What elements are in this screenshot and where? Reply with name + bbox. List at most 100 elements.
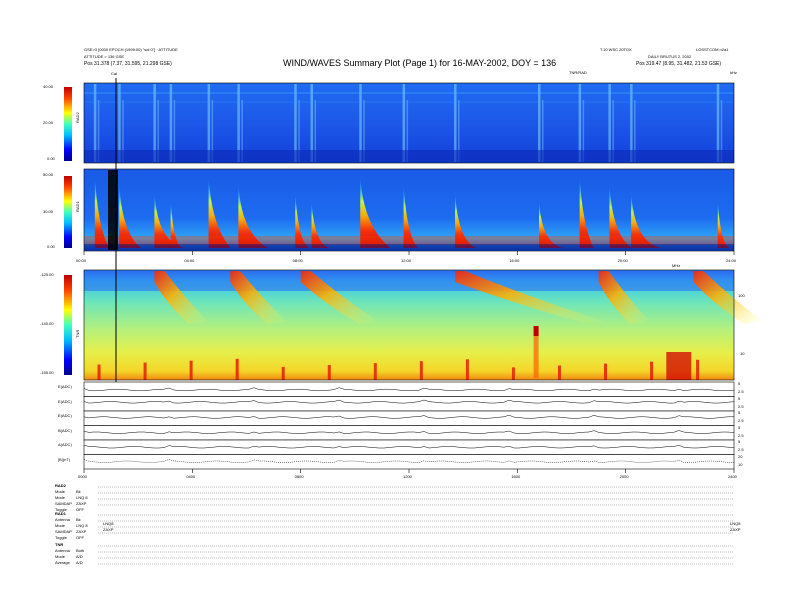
rad1-label: RAD1	[75, 201, 80, 212]
strip-label: A(ADC)	[58, 442, 72, 447]
footer-row-label: SAMDAP	[55, 529, 72, 534]
footer-row-label: Antenna	[55, 548, 70, 553]
bottom-time-label: 0000	[78, 474, 87, 479]
tnr-ytick-mid: -140.00	[40, 321, 54, 326]
strip-label: E(ADC)	[58, 413, 72, 418]
top-time-label: 24:00	[726, 258, 737, 263]
strip-tick-low: 2.5	[738, 418, 744, 423]
footer-row-label: Mode	[55, 489, 66, 494]
footer-row-value: Bk	[76, 489, 81, 494]
footer-row-value: A/D	[76, 560, 83, 565]
tnr-floor-block	[666, 352, 692, 380]
tnr-floor-spike	[327, 365, 331, 380]
rad1-floor-band	[84, 244, 734, 250]
rad1-colorbar	[64, 176, 72, 248]
strip-tick-high: 5	[738, 424, 741, 430]
strip-frame	[83, 425, 735, 441]
footer-row-value: A/D	[76, 554, 83, 559]
rad1-ytick-mid: 30.00	[43, 209, 54, 214]
footer-row-value: OFF	[76, 507, 84, 512]
rad1-ytick-top: 50.00	[43, 172, 54, 177]
tnr-floor-spike	[373, 363, 377, 380]
strip-tick-high: 5	[738, 381, 741, 386]
bottom-time-label: 1200	[403, 474, 412, 479]
tnr-ytick-top: -125.00	[40, 272, 54, 277]
strip-label: E(ADC)	[58, 398, 72, 404]
strip-tick-low: 10	[738, 461, 743, 467]
strip-label: B(ADC)	[58, 427, 72, 433]
rad1-panel	[83, 168, 735, 252]
footer-row-value: ZAXP	[76, 501, 87, 506]
top-time-label: 12:00	[401, 258, 412, 263]
strip-label: E(ADC)	[58, 384, 72, 389]
tnr-top-band	[84, 271, 734, 291]
bottom-time-label: 2400	[728, 474, 737, 479]
footer-tnr-title: TNR	[55, 542, 64, 547]
strip-frame	[83, 396, 735, 412]
footer-row-label: Antenna	[55, 517, 70, 522]
footer-mid-right-2: ZAXP	[730, 527, 741, 532]
strip-frame	[83, 381, 735, 397]
tnr-panel	[83, 269, 764, 381]
bottom-time-label: 0400	[186, 474, 196, 479]
strip-tick-high: 5	[738, 410, 741, 415]
bottom-time-label: 1600	[511, 474, 521, 479]
rad2-ytick-top: 40.00	[43, 84, 54, 89]
strip-tick-high: 5	[738, 439, 741, 444]
strip-tick-high: 20	[738, 453, 743, 459]
strip-panels	[83, 381, 735, 470]
footer-rad1-title: RAD1	[55, 511, 66, 516]
top-time-label: 00:00	[76, 258, 87, 263]
strip-tick-low: 2.5	[738, 403, 744, 409]
tnr-ytick-bottom: -155.00	[40, 370, 54, 375]
rad2-label: RAD2	[75, 112, 80, 123]
tnr-floor-spike	[650, 361, 654, 380]
strip-label: |B|(nT)	[58, 456, 71, 462]
tnr-floor-spike	[696, 359, 700, 380]
footer-row-label: Mode	[55, 523, 66, 528]
rad1-low-band	[84, 236, 734, 245]
top-time-label: 20:00	[617, 258, 628, 263]
footer-row-value: Bk	[76, 517, 81, 522]
footer-mid-left-2: ZAXP	[103, 527, 114, 532]
footer-mid-left-1: LNQ8	[103, 521, 114, 526]
tnr-colorbar	[64, 275, 72, 375]
rad2-colorbar	[64, 87, 72, 161]
footer-lines	[98, 486, 734, 565]
footer-row-value: LNQ 8	[76, 523, 88, 528]
tnr-label: TNR	[75, 329, 80, 338]
mid-axis-unit: MHz	[672, 263, 681, 268]
footer-row-value: Both	[76, 548, 85, 553]
bottom-time-label: 0800	[294, 474, 304, 479]
footer-row-label: Average	[55, 560, 70, 565]
tnr-floor-spike	[189, 360, 193, 380]
tnr-floor-spike	[604, 363, 607, 380]
footer-row-value: OFF	[76, 535, 84, 540]
rad2-low-band	[84, 150, 734, 162]
strip-frame	[83, 410, 735, 426]
footer-row-label: Toggle	[55, 535, 67, 540]
tnr-floor-spike	[97, 364, 101, 380]
top-time-label: 04:00	[184, 258, 195, 263]
rad2-panel	[83, 82, 735, 164]
strip-tick-low: 2.5	[738, 432, 744, 438]
strip-tick-low: 2.5	[738, 447, 744, 452]
top-time-label: 08:00	[292, 258, 303, 263]
footer-rad2-title: RAD2	[55, 483, 66, 488]
tnr-floor-spike	[557, 365, 561, 380]
rad2-ytick-bottom: 0.00	[47, 156, 55, 161]
strip-tick-high: 5	[738, 395, 741, 401]
tnr-floor-spike	[511, 367, 515, 380]
tnr-floor-spike	[465, 359, 469, 380]
top-time-label: 16:00	[509, 258, 520, 263]
tnr-floor-spike	[143, 362, 147, 380]
tnr-floor-spike	[235, 358, 239, 380]
tnr-spike-core	[533, 326, 539, 336]
bottom-time-label: 2000	[619, 474, 629, 479]
tnr-right-tick-10: 10	[740, 351, 745, 356]
tnr-floor-spike	[419, 361, 423, 380]
tnr-floor-spike	[281, 366, 285, 380]
footer-row-label: Mode	[55, 554, 66, 559]
footer-row-label: Mode	[55, 495, 66, 500]
tnr-right-tick-100: 100	[738, 293, 745, 298]
